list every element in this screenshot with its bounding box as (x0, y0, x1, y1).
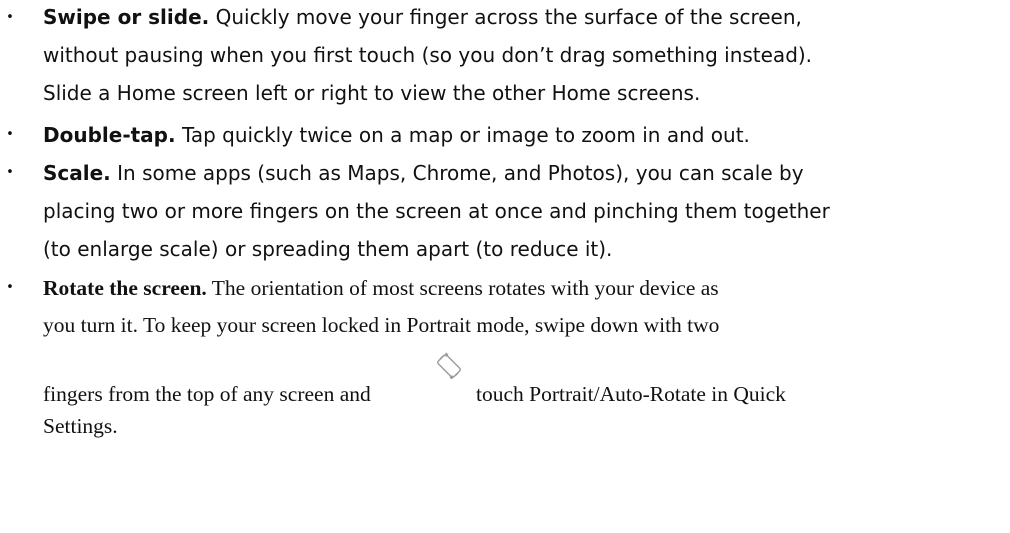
list-item-rotate: Rotate the screen. The orientation of mo… (43, 270, 1005, 445)
text-line: placing two or more fingers on the scree… (43, 199, 830, 223)
instructions-page: • Swipe or slide. Quickly move your fing… (0, 0, 1010, 533)
term-swipe: Swipe or slide. (43, 5, 210, 29)
term-double-tap: Double-tap. (43, 123, 176, 147)
text-line: you turn it. To keep your screen locked … (43, 313, 720, 337)
text-line: without pausing when you first touch (so… (43, 43, 813, 67)
text-line: The orientation of most screens rotates … (206, 276, 719, 300)
text-line: touch Portrait/Auto-Rotate in Quick (476, 382, 786, 406)
bullet: • (6, 127, 14, 142)
bullet: • (6, 165, 14, 180)
term-rotate: Rotate the screen. (43, 276, 207, 300)
text-line: Quickly move your finger across the surf… (209, 5, 802, 29)
text-line: fingers from the top of any screen and (43, 382, 371, 406)
text-line: Tap quickly twice on a map or image to z… (175, 123, 750, 147)
text-line: (to enlarge scale) or spreading them apa… (43, 237, 613, 261)
list-item-scale: Scale. In some apps (such as Maps, Chrom… (43, 154, 1005, 268)
text-line: Settings. (43, 414, 118, 438)
list-item-double-tap: Double-tap. Tap quickly twice on a map o… (43, 116, 1005, 154)
bullet: • (6, 10, 14, 25)
text-line: Slide a Home screen left or right to vie… (43, 81, 701, 105)
text-line: In some apps (such as Maps, Chrome, and … (110, 161, 804, 185)
list-item-swipe: Swipe or slide. Quickly move your finger… (43, 0, 1005, 112)
term-scale: Scale. (43, 161, 111, 185)
bullet: • (6, 280, 14, 295)
icon-text-line: fingers from the top of any screen and t… (43, 344, 1005, 408)
rotate-icon (437, 352, 461, 380)
